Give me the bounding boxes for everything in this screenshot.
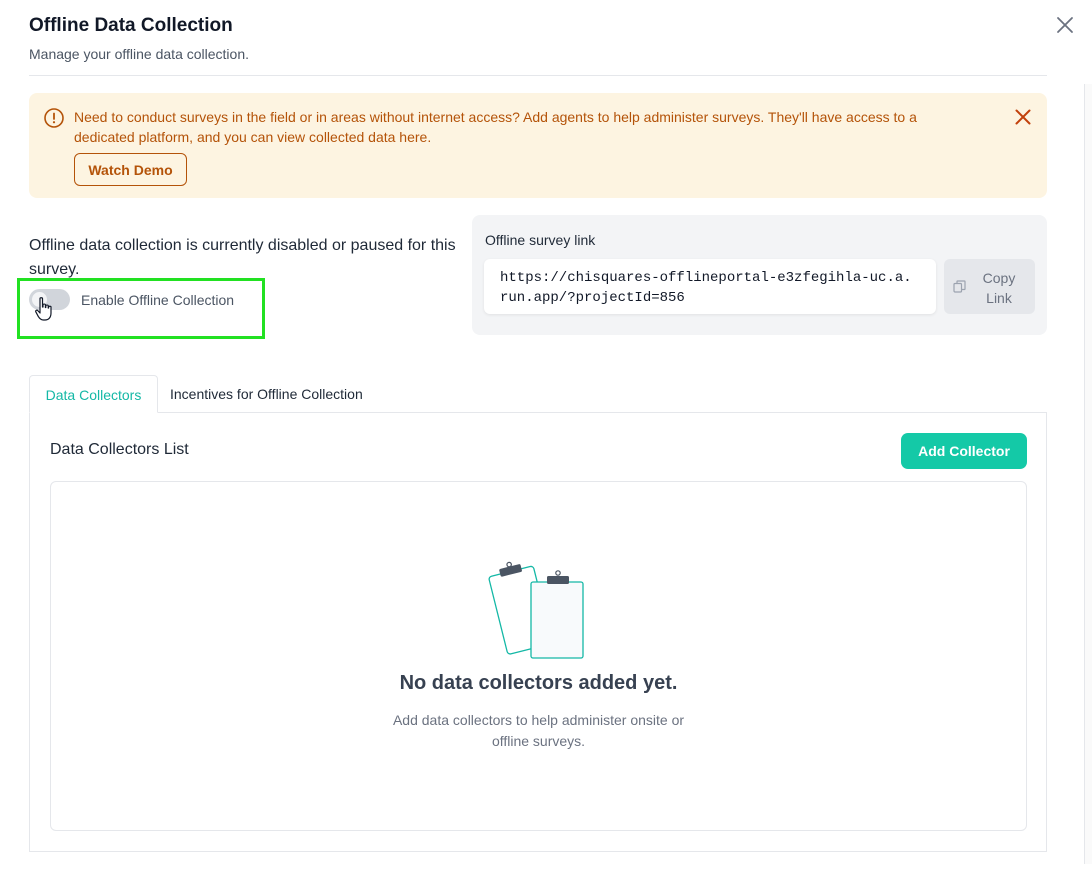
modal-title: Offline Data Collection bbox=[29, 15, 233, 36]
survey-link-card: Offline survey link https://chisquares-o… bbox=[472, 215, 1047, 335]
collectors-list-title: Data Collectors List bbox=[50, 441, 189, 458]
survey-link-field[interactable]: https://chisquares-offlineportal-e3zfegi… bbox=[484, 259, 936, 314]
copy-link-button[interactable]: Copy Link bbox=[944, 259, 1035, 314]
add-collector-button[interactable]: Add Collector bbox=[901, 433, 1027, 469]
alert-message: Need to conduct surveys in the field or … bbox=[74, 109, 917, 145]
enable-offline-toggle[interactable] bbox=[29, 289, 70, 310]
close-modal-button[interactable] bbox=[1054, 14, 1076, 36]
watch-demo-button[interactable]: Watch Demo bbox=[74, 153, 187, 186]
toggle-label: Enable Offline Collection bbox=[81, 292, 235, 308]
warning-circle-icon bbox=[44, 108, 64, 128]
empty-state-title: No data collectors added yet. bbox=[399, 672, 678, 694]
empty-state-description: Add data collectors to help administer o… bbox=[392, 712, 685, 749]
data-collectors-panel: Data Collectors List Add Collector No da… bbox=[29, 412, 1047, 852]
tab-data-collectors[interactable]: Data Collectors bbox=[29, 375, 158, 413]
copy-icon bbox=[953, 280, 966, 293]
dismiss-alert-icon[interactable] bbox=[1014, 108, 1032, 126]
modal-header: Offline Data Collection Manage your offl… bbox=[29, 14, 1047, 76]
toggle-knob bbox=[32, 292, 47, 307]
close-icon bbox=[1057, 17, 1073, 33]
info-alert: Need to conduct surveys in the field or … bbox=[29, 93, 1047, 198]
clipboard-illustration-icon bbox=[488, 561, 584, 659]
scrollbar[interactable] bbox=[1084, 84, 1092, 864]
offline-status-message: Offline data collection is currently dis… bbox=[29, 237, 456, 278]
tab-incentives[interactable]: Incentives for Offline Collection bbox=[170, 375, 363, 413]
copy-link-label: Copy Link bbox=[982, 270, 1016, 306]
modal-subtitle: Manage your offline data collection. bbox=[29, 46, 249, 62]
empty-state: No data collectors added yet. Add data c… bbox=[50, 481, 1027, 831]
survey-link-label: Offline survey link bbox=[485, 232, 596, 248]
